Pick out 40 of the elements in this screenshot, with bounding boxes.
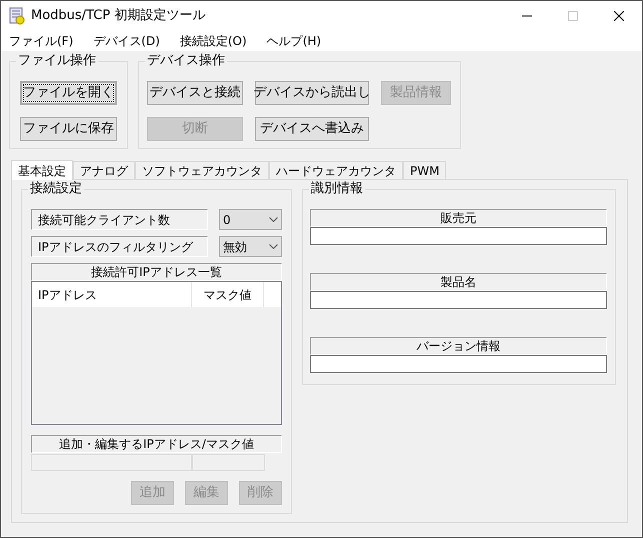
menu-item[interactable]: ヘルプ(H) [260, 32, 328, 50]
column-header[interactable]: マスク値 [192, 282, 264, 307]
chevron-down-icon [269, 244, 278, 249]
dropdown[interactable]: 0 [219, 209, 282, 230]
field-label: 接続可能クライアント数 [31, 209, 208, 230]
text-field[interactable] [310, 355, 607, 373]
group-title: 接続設定 [28, 181, 84, 197]
menu-item[interactable]: デバイス(D) [87, 32, 166, 50]
list-title: 接続許可IPアドレス一覧 [31, 263, 282, 281]
tab[interactable]: アナログ [73, 161, 135, 179]
button[interactable]: デバイスと接続 [147, 81, 243, 105]
field-label: IPアドレスのフィルタリング [31, 236, 208, 257]
tab[interactable]: 基本設定 [11, 160, 73, 180]
button[interactable]: デバイスへ書込み [255, 117, 369, 141]
text-field[interactable] [310, 227, 607, 245]
mask-input[interactable] [192, 454, 265, 471]
close-icon[interactable] [614, 11, 624, 21]
text-field[interactable] [310, 291, 607, 309]
ip-address-input[interactable] [31, 454, 192, 471]
menu-item[interactable]: 接続設定(O) [174, 32, 253, 50]
group-title: デバイス操作 [145, 53, 227, 69]
button[interactable]: ファイルに保存 [20, 117, 117, 141]
group-title: 識別情報 [309, 181, 365, 197]
dropdown[interactable]: 無効 [219, 236, 282, 257]
edit-title: 追加・編集するIPアドレス/マスク値 [31, 435, 282, 453]
button[interactable]: ファイルを開く [20, 81, 117, 105]
button[interactable]: デバイスから読出し [255, 81, 369, 105]
group-title: ファイル操作 [16, 53, 98, 69]
menu-item[interactable]: ファイル(F) [3, 32, 80, 50]
window-title: Modbus/TCP 初期設定ツール [31, 7, 206, 26]
tab[interactable]: ハードウェアカウンタ [269, 161, 403, 179]
ip-address-list[interactable]: IPアドレス マスク値 [31, 281, 282, 425]
column-header[interactable]: IPアドレス [32, 282, 192, 307]
field-label: 製品名 [310, 273, 607, 291]
tab[interactable]: ソフトウェアカウンタ [135, 161, 269, 179]
field-label: バージョン情報 [310, 337, 607, 355]
chevron-down-icon [269, 217, 278, 222]
field-label: 販売元 [310, 209, 607, 227]
app-icon [9, 7, 25, 25]
tab[interactable]: PWM [403, 161, 446, 179]
